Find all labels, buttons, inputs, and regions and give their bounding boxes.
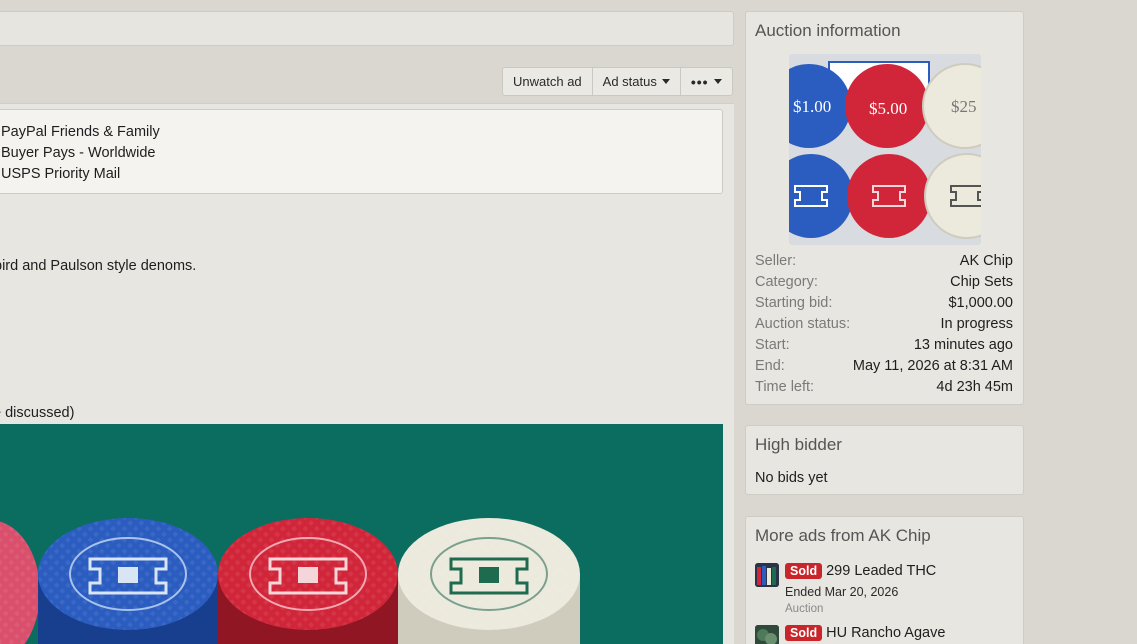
high-bidder-title: High bidder — [755, 435, 842, 454]
more-ads-title: More ads from AK Chip — [755, 526, 931, 545]
info-key: Category: — [755, 274, 818, 290]
item-type: Auction — [785, 603, 824, 615]
thumb-chip-label: $25 — [951, 97, 977, 116]
description-line: e discussed) — [0, 405, 75, 421]
auction-information-title: Auction information — [755, 21, 901, 40]
info-row-auction-status: Auction status: In progress — [755, 314, 1013, 335]
high-bidder-card: High bidder No bids yet — [745, 425, 1024, 495]
ad-action-buttons: Unwatch ad Ad status ••• — [502, 67, 733, 96]
unwatch-ad-label: Unwatch ad — [513, 74, 582, 89]
info-key: Starting bid: — [755, 295, 833, 311]
item-thumbnail — [755, 625, 779, 644]
info-value: 4d 23h 45m — [936, 379, 1013, 395]
description-line: bird and Paulson style denoms. — [0, 258, 197, 274]
info-value: In progress — [940, 316, 1013, 332]
auction-thumbnail[interactable]: $1.00 $5.00 $25 — [789, 54, 981, 245]
info-row-start: Start: 13 minutes ago — [755, 335, 1013, 356]
info-key: Time left: — [755, 379, 815, 395]
shipping-info-box: PayPal Friends & Family Buyer Pays - Wor… — [0, 109, 723, 194]
high-bidder-value: No bids yet — [755, 470, 828, 486]
ad-status-button[interactable]: Ad status — [593, 68, 681, 95]
sold-badge: Sold — [785, 563, 823, 579]
item-ended-date: Ended Mar 20, 2026 — [785, 585, 899, 599]
top-bar — [0, 11, 734, 46]
item-thumbnail — [755, 563, 779, 587]
thumb-chip-label: $1.00 — [793, 97, 831, 116]
category-link[interactable]: Chip Sets — [950, 272, 1013, 293]
shipping-cost: Buyer Pays - Worldwide — [1, 145, 156, 161]
info-key: Auction status: — [755, 316, 851, 332]
info-key: Start: — [755, 337, 790, 353]
more-options-button[interactable]: ••• — [681, 68, 732, 95]
info-row-time-left: Time left: 4d 23h 45m — [755, 377, 1013, 398]
info-value: May 11, 2026 at 8:31 AM — [852, 358, 1013, 374]
chip-set-thumbnail-image: $1.00 $5.00 $25 — [789, 54, 981, 245]
more-dots-icon: ••• — [690, 73, 709, 90]
poker-chips-image — [0, 424, 723, 644]
more-ads-item[interactable]: Sold HU Rancho Agave — [755, 625, 1015, 644]
thumb-chip-label: $5.00 — [869, 99, 907, 118]
auction-information-card: Auction information $1.00 $5.00 $25 Sell… — [745, 11, 1024, 405]
more-ads-item[interactable]: Sold 299 Leaded THC Ended Mar 20, 2026 Au… — [755, 563, 1015, 619]
info-value: $1,000.00 — [948, 295, 1013, 311]
sold-badge: Sold — [785, 625, 823, 641]
info-value: 13 minutes ago — [913, 337, 1013, 353]
info-key: Seller: — [755, 253, 797, 269]
chevron-down-icon — [661, 79, 670, 84]
item-title-link[interactable]: 299 Leaded THC — [826, 563, 936, 579]
more-ads-item-title-row: Sold 299 Leaded THC — [785, 563, 936, 579]
item-title-link[interactable]: HU Rancho Agave — [826, 625, 945, 641]
seller-link[interactable]: AK Chip — [960, 251, 1013, 272]
info-row-seller: Seller: AK Chip — [755, 251, 1013, 272]
info-row-end: End: May 11, 2026 at 8:31 AM — [755, 356, 1013, 377]
info-row-starting-bid: Starting bid: $1,000.00 — [755, 293, 1013, 314]
chip-set-photo[interactable] — [0, 424, 723, 644]
payment-method: PayPal Friends & Family — [1, 124, 160, 140]
auction-info-list: Seller: AK Chip Category: Chip Sets Starti… — [755, 251, 1013, 398]
more-ads-item-title-row: Sold HU Rancho Agave — [785, 625, 945, 641]
info-row-category: Category: Chip Sets — [755, 272, 1013, 293]
chevron-down-icon — [713, 79, 722, 84]
unwatch-ad-button[interactable]: Unwatch ad — [503, 68, 593, 95]
more-ads-card: More ads from AK Chip Sold 299 Leaded THC… — [745, 516, 1024, 644]
shipping-carrier: USPS Priority Mail — [1, 166, 121, 182]
ad-status-label: Ad status — [602, 74, 657, 89]
info-key: End: — [755, 358, 785, 374]
